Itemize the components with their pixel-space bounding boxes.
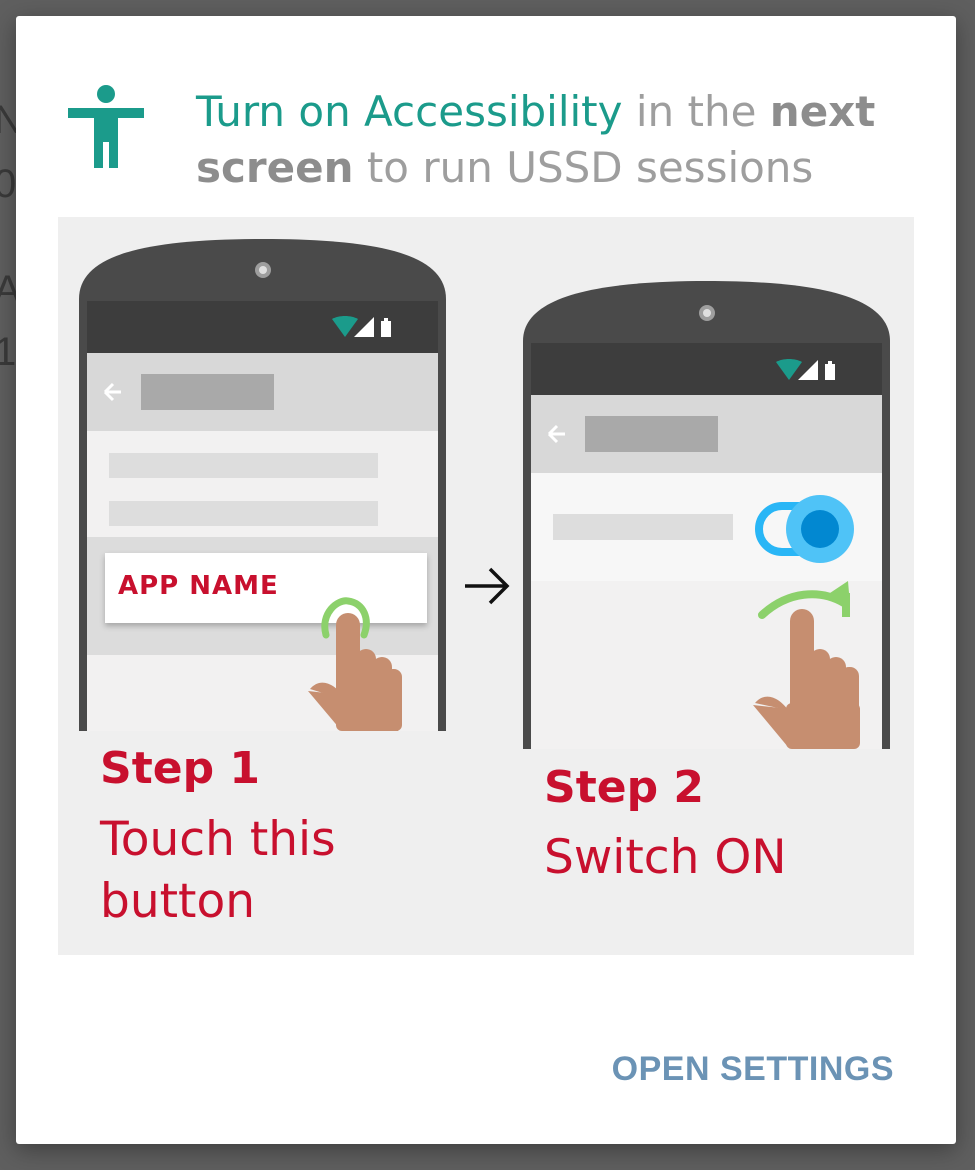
phone-step2 <box>523 281 890 749</box>
dialog-title: Turn on Accessibility in the next screen … <box>196 84 916 196</box>
accessibility-icon <box>68 85 144 168</box>
arrow-right-icon <box>465 567 510 605</box>
app-name-label: APP NAME <box>118 571 279 601</box>
battery-icon <box>825 364 835 380</box>
title-part: to run USSD sessions <box>353 143 814 192</box>
battery-icon <box>381 321 391 337</box>
background-fragment: 0 <box>0 162 17 206</box>
title-bold: screen <box>196 143 354 192</box>
background-fragment: 1 <box>0 330 17 374</box>
step1-description-line2: button <box>100 874 256 929</box>
accessibility-dialog: Turn on Accessibility in the next screen … <box>16 16 956 1144</box>
step2-description: Switch ON <box>544 830 787 885</box>
step2-title: Step 2 <box>544 762 704 813</box>
title-part: in the <box>622 87 770 136</box>
title-accent: Turn on Accessibility <box>196 87 623 136</box>
step1-title: Step 1 <box>100 743 260 794</box>
step1-description-line1: Touch this <box>100 812 336 867</box>
instruction-illustration: APP NAME Step 1 Touch this button Step 2… <box>58 217 914 955</box>
phone-step1: APP NAME <box>79 239 446 731</box>
title-bold: next <box>769 87 876 136</box>
open-settings-button[interactable]: OPEN SETTINGS <box>612 1050 894 1089</box>
